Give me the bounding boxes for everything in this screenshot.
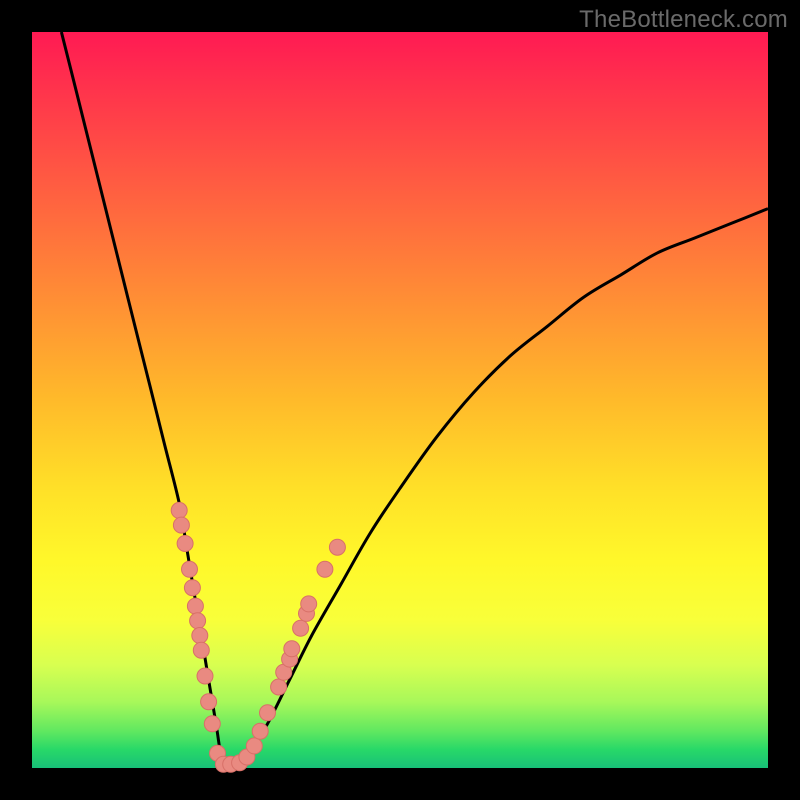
- curve-marker: [192, 628, 208, 644]
- curve-marker: [184, 580, 200, 596]
- curve-markers: [171, 502, 345, 772]
- curve-marker: [190, 613, 206, 629]
- curve-marker: [182, 561, 198, 577]
- curve-marker: [329, 539, 345, 555]
- curve-marker: [187, 598, 203, 614]
- curve-marker: [317, 561, 333, 577]
- curve-marker: [204, 716, 220, 732]
- curve-marker: [193, 642, 209, 658]
- curve-marker: [252, 723, 268, 739]
- curve-marker: [173, 517, 189, 533]
- plot-area: [32, 32, 768, 768]
- curve-marker: [284, 641, 300, 657]
- curve-marker: [293, 620, 309, 636]
- watermark-text: TheBottleneck.com: [579, 6, 788, 34]
- curve-svg: [32, 32, 768, 768]
- curve-marker: [271, 679, 287, 695]
- curve-marker: [197, 668, 213, 684]
- chart-stage: TheBottleneck.com: [0, 0, 800, 800]
- curve-marker: [260, 705, 276, 721]
- curve-marker: [246, 738, 262, 754]
- curve-marker: [301, 596, 317, 612]
- curve-marker: [171, 502, 187, 518]
- curve-marker: [201, 694, 217, 710]
- bottleneck-curve: [61, 32, 768, 771]
- curve-marker: [177, 536, 193, 552]
